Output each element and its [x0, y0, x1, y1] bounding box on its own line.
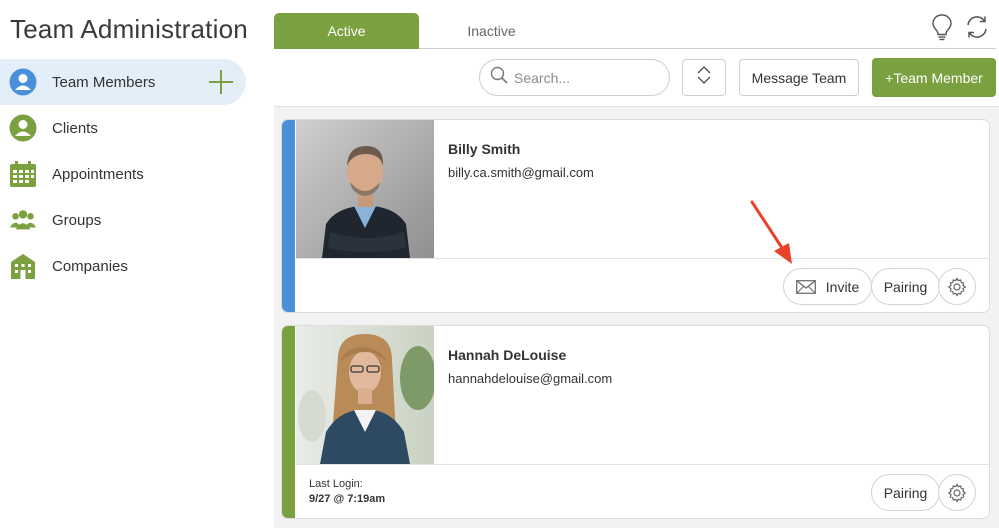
status-stripe [282, 326, 295, 518]
building-icon [9, 252, 37, 280]
card-divider [296, 258, 989, 259]
avatar [296, 120, 434, 258]
sidebar-item-companies[interactable]: Companies [0, 243, 246, 289]
sort-chevrons-icon [696, 65, 712, 90]
sidebar-item-label: Clients [52, 119, 98, 137]
search-input[interactable] [514, 69, 654, 86]
refresh-icon[interactable] [964, 12, 990, 42]
group-icon [9, 206, 37, 234]
add-team-member-button[interactable]: +Team Member [872, 58, 996, 97]
card-divider [296, 464, 989, 465]
pairing-button[interactable]: Pairing [871, 474, 940, 511]
member-card: Hannah DeLouise hannahdelouise@gmail.com… [281, 325, 990, 519]
sidebar-item-label: Groups [52, 211, 102, 229]
last-login-label: Last Login: [309, 478, 363, 490]
main-panel: Active Inactive Search... Message Team +… [274, 0, 999, 528]
member-email: hannahdelouise@gmail.com [448, 371, 613, 386]
member-email: billy.ca.smith@gmail.com [448, 165, 594, 180]
sidebar-item-label: Appointments [52, 165, 144, 183]
member-name: Billy Smith [448, 141, 521, 157]
tab-bar: Active Inactive [274, 13, 996, 49]
member-name: Hannah DeLouise [448, 347, 567, 363]
search-box [479, 59, 670, 96]
member-list: Billy Smith billy.ca.smith@gmail.com Inv… [274, 106, 999, 528]
sort-button[interactable] [682, 59, 726, 96]
sidebar-item-team-members[interactable]: Team Members [0, 59, 246, 105]
member-card: Billy Smith billy.ca.smith@gmail.com Inv… [281, 119, 990, 313]
client-icon [9, 114, 37, 142]
person-icon [9, 68, 37, 96]
sidebar: Team Administration Team Members Clients… [0, 0, 262, 528]
status-stripe [282, 120, 295, 312]
avatar [296, 326, 434, 464]
invite-button[interactable]: Invite [783, 268, 872, 305]
invite-label: Invite [825, 278, 860, 295]
sidebar-item-label: Companies [52, 257, 128, 275]
sidebar-item-groups[interactable]: Groups [0, 197, 246, 243]
plus-icon[interactable] [208, 69, 234, 95]
sidebar-nav: Team Members Clients Appointments Groups… [0, 59, 246, 289]
page-title: Team Administration [10, 14, 248, 44]
lightbulb-icon[interactable] [929, 12, 955, 42]
sidebar-item-appointments[interactable]: Appointments [0, 151, 246, 197]
sidebar-item-clients[interactable]: Clients [0, 105, 246, 151]
settings-button[interactable] [938, 474, 976, 511]
calendar-icon [9, 160, 37, 188]
pairing-button[interactable]: Pairing [871, 268, 940, 305]
gear-icon [947, 276, 967, 297]
envelope-icon [795, 279, 816, 294]
settings-button[interactable] [938, 268, 976, 305]
last-login-value: 9/27 @ 7:19am [309, 493, 386, 505]
gear-icon [947, 482, 967, 503]
search-icon [490, 66, 508, 89]
toolbar: Message Team +Team Member [274, 50, 999, 106]
tab-inactive[interactable]: Inactive [419, 13, 564, 49]
tab-active[interactable]: Active [274, 13, 419, 49]
sidebar-item-label: Team Members [52, 73, 156, 91]
message-team-button[interactable]: Message Team [739, 59, 859, 96]
